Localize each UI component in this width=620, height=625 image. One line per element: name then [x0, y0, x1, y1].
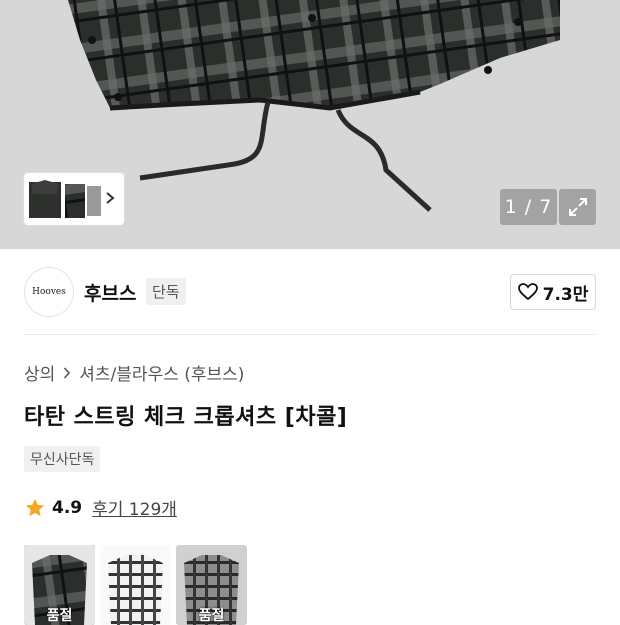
product-title: 타탄 스트링 체크 크롭셔츠 [차콜] — [24, 405, 348, 430]
brand-name[interactable]: 후브스 — [84, 279, 136, 306]
review-link[interactable]: 후기 129개 — [92, 495, 177, 520]
sold-out-label: 품절 — [198, 608, 225, 624]
chevron-right-icon[interactable] — [104, 187, 116, 209]
brand-logo[interactable]: Hooves — [24, 267, 74, 317]
rating-score: 4.9 — [52, 497, 83, 518]
rating-row: 4.9 후기 129개 — [24, 495, 177, 520]
breadcrumb-item-top[interactable]: 상의 — [24, 360, 55, 385]
chevron-right-icon — [64, 366, 71, 379]
image-counter: 1 / 7 — [500, 189, 557, 225]
divider — [24, 334, 596, 335]
exclusive-badge: 단독 — [146, 278, 186, 305]
swatch-white[interactable] — [100, 545, 171, 625]
breadcrumb: 상의 셔츠/블라우스 (후브스) — [24, 360, 244, 385]
breadcrumb-item-category[interactable]: 셔츠/블라우스 (후브스) — [79, 360, 244, 385]
swatch-gray[interactable]: 품절 — [176, 545, 247, 625]
thumbnail-images — [29, 180, 101, 218]
product-image-gallery[interactable]: 1 / 7 — [0, 0, 620, 249]
thumbnail-strip[interactable] — [24, 173, 124, 225]
heart-outline-icon — [517, 283, 538, 301]
brand-row: Hooves 후브스 단독 7.3만 — [24, 267, 596, 317]
like-button[interactable]: 7.3만 — [510, 274, 596, 310]
like-count: 7.3만 — [542, 284, 589, 305]
expand-icon[interactable] — [559, 189, 596, 225]
color-swatches: 품절 품절 — [24, 545, 247, 625]
swatch-charcoal[interactable]: 품절 — [24, 545, 95, 625]
exclusive-tag: 무신사단독 — [24, 446, 101, 472]
swatch-image — [100, 545, 171, 625]
sold-out-label: 품절 — [46, 608, 73, 624]
star-icon — [25, 498, 45, 516]
